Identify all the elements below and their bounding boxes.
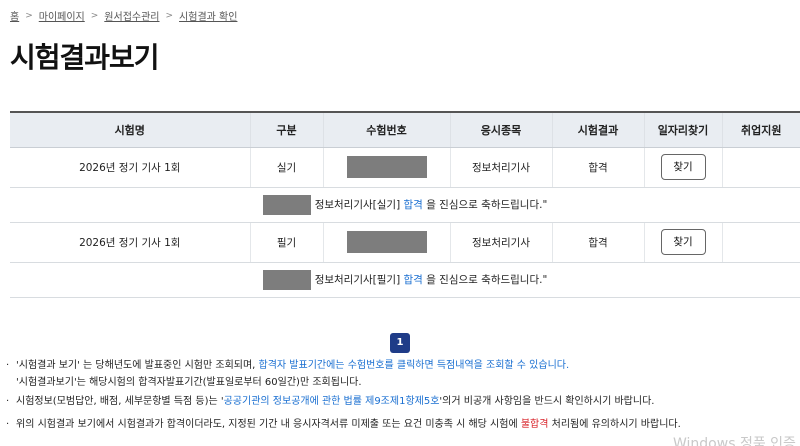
page-title: 시험결과보기 — [10, 41, 160, 74]
col-header-field: 응시종목 — [449, 111, 552, 148]
table-row: 2026년 정기 기사 1회 필기 정보처리기사 합격 찾기 — [10, 222, 800, 263]
congrats-row: 정보처리기사[필기] 합격 을 진심으로 축하드립니다." — [10, 262, 800, 298]
col-header-result: 시험결과 — [551, 111, 644, 148]
note-line-3: · 위의 시험결과 보기에서 시험결과가 합격이더라도, 지정된 기간 내 응시자… — [6, 419, 681, 430]
redacted-name — [262, 194, 311, 215]
breadcrumb: 홈 > 마이페이지 > 원서접수관리 > 시험결과 확인 — [10, 8, 237, 24]
table-row: 2026년 정기 기사 1회 실기 정보처리기사 합격 찾기 — [10, 147, 800, 188]
chevron-right-icon: > — [165, 10, 174, 21]
congrats-message: 정보처리기사[실기] 합격 을 진심으로 축하드립니다." — [10, 187, 800, 223]
col-header-job-search: 일자리찾기 — [643, 111, 722, 148]
redacted-name — [262, 269, 311, 290]
field-cell: 정보처리기사 — [449, 222, 552, 263]
breadcrumb-apply-manage[interactable]: 원서접수관리 — [104, 8, 159, 23]
type-cell: 실기 — [249, 147, 323, 188]
find-job-button[interactable]: 찾기 — [660, 229, 706, 255]
exam-number-cell[interactable] — [322, 147, 450, 188]
pagination-current-page[interactable]: 1 — [390, 333, 410, 353]
table-header-row: 시험명 구분 수험번호 응시종목 시험결과 일자리찾기 취업지원 — [10, 111, 800, 148]
pass-highlight: 합격 — [403, 198, 423, 211]
note-line-2: · 시험정보(모범답안, 배점, 세부문항별 득점 등)는 '공공기관의 정보공개… — [6, 396, 655, 407]
note-line-1: · '시험결과 보기' 는 당해년도에 발표중인 시험만 조회되며, 합격자 발표… — [6, 360, 570, 371]
result-cell: 합격 — [551, 222, 644, 263]
exam-name-cell: 2026년 정기 기사 1회 — [10, 147, 250, 188]
job-search-cell: 찾기 — [643, 147, 722, 188]
breadcrumb-mypage[interactable]: 마이페이지 — [39, 8, 85, 23]
exam-name-cell: 2026년 정기 기사 1회 — [10, 222, 250, 263]
chevron-right-icon: > — [25, 10, 33, 21]
congrats-row: 정보처리기사[실기] 합격 을 진심으로 축하드립니다." — [10, 187, 800, 223]
congrats-message: 정보처리기사[필기] 합격 을 진심으로 축하드립니다." — [10, 262, 800, 298]
field-cell: 정보처리기사 — [449, 147, 552, 188]
col-header-exam-number: 수험번호 — [322, 111, 450, 148]
col-header-employment-support: 취업지원 — [721, 111, 800, 148]
breadcrumb-result-check[interactable]: 시험결과 확인 — [179, 8, 237, 23]
col-header-exam-name: 시험명 — [10, 111, 250, 148]
result-cell: 합격 — [551, 147, 644, 188]
windows-activation-watermark: Windows 정품 인증 — [673, 436, 796, 446]
note-line-1-sub: '시험결과보기'는 해당시험의 합격자발표기간(발표일로부터 60일간)만 조회… — [16, 377, 362, 388]
employment-support-cell — [721, 222, 800, 263]
chevron-right-icon: > — [90, 10, 99, 21]
redacted-exam-number[interactable] — [346, 231, 427, 253]
exam-number-cell[interactable] — [322, 222, 450, 263]
breadcrumb-home[interactable]: 홈 — [10, 8, 19, 23]
col-header-type: 구분 — [249, 111, 323, 148]
employment-support-cell — [721, 147, 800, 188]
redacted-exam-number[interactable] — [346, 156, 427, 178]
find-job-button[interactable]: 찾기 — [660, 154, 706, 180]
job-search-cell: 찾기 — [643, 222, 722, 263]
pass-highlight: 합격 — [403, 273, 423, 286]
type-cell: 필기 — [249, 222, 323, 263]
results-table: 시험명 구분 수험번호 응시종목 시험결과 일자리찾기 취업지원 2026년 정… — [10, 111, 800, 298]
